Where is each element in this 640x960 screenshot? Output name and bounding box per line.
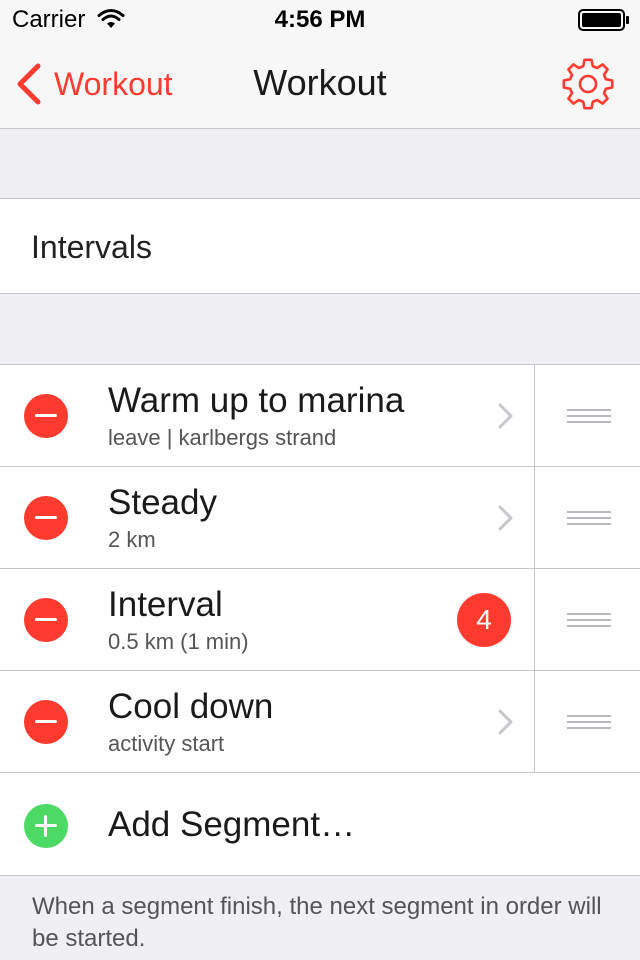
chevron-right-icon[interactable] <box>497 504 515 532</box>
add-segment-row[interactable]: Add Segment… <box>0 773 640 876</box>
reorder-icon <box>567 511 611 525</box>
footer-note: When a segment finish, the next segment … <box>32 893 602 952</box>
chevron-right-icon[interactable] <box>497 708 515 736</box>
delete-button[interactable] <box>24 598 68 642</box>
delete-button[interactable] <box>24 496 68 540</box>
segment-subtitle: leave | karlbergs strand <box>108 425 337 450</box>
add-segment-label: Add Segment… <box>108 805 356 844</box>
repeat-count-badge[interactable]: 4 <box>457 593 511 647</box>
plus-circle-icon[interactable] <box>24 804 68 848</box>
workout-name-row[interactable]: Intervals <box>0 198 640 294</box>
reorder-handle[interactable] <box>534 569 640 670</box>
reorder-icon <box>567 715 611 729</box>
chevron-right-icon[interactable] <box>497 402 515 430</box>
segment-list: Warm up to marina leave | karlbergs stra… <box>0 364 640 876</box>
reorder-icon <box>567 613 611 627</box>
status-bar: Carrier 4:56 PM <box>0 0 640 40</box>
gear-icon[interactable] <box>562 58 614 110</box>
reorder-handle[interactable] <box>534 365 640 466</box>
navigation-bar: Workout Workout <box>0 40 640 129</box>
segment-title: Steady <box>108 483 217 522</box>
delete-button[interactable] <box>24 700 68 744</box>
segment-row[interactable]: Cool down activity start <box>0 671 640 773</box>
segment-title: Interval <box>108 585 223 624</box>
segment-title: Warm up to marina <box>108 381 405 420</box>
segment-row[interactable]: Interval 0.5 km (1 min) 4 <box>0 569 640 671</box>
reorder-icon <box>567 409 611 423</box>
reorder-handle[interactable] <box>534 671 640 772</box>
reorder-handle[interactable] <box>534 467 640 568</box>
battery-full-icon <box>578 9 629 31</box>
segment-subtitle: 0.5 km (1 min) <box>108 629 249 654</box>
segment-row[interactable]: Steady 2 km <box>0 467 640 569</box>
segment-subtitle: activity start <box>108 731 225 756</box>
back-button[interactable]: Workout <box>14 62 173 106</box>
status-time: 4:56 PM <box>274 6 366 33</box>
segment-title: Cool down <box>108 687 274 726</box>
segment-subtitle: 2 km <box>108 527 156 552</box>
delete-button[interactable] <box>24 394 68 438</box>
segment-row[interactable]: Warm up to marina leave | karlbergs stra… <box>0 365 640 467</box>
workout-name: Intervals <box>31 229 152 265</box>
back-button-label: Workout <box>54 65 173 102</box>
chevron-left-icon <box>17 63 41 105</box>
